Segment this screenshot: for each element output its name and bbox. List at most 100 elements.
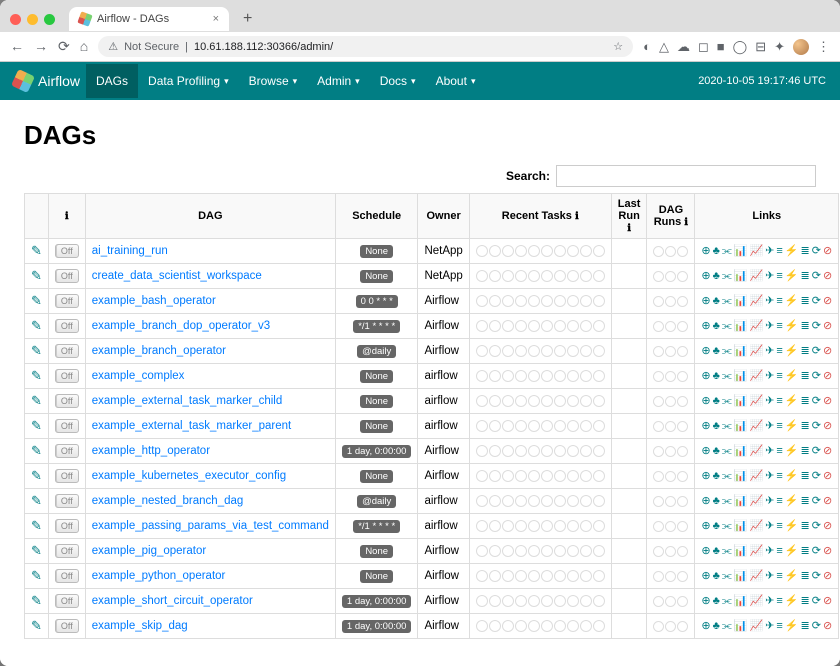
edit-dag-icon[interactable]: ✎ <box>31 468 42 483</box>
refresh-icon[interactable]: ⟳ <box>812 621 821 632</box>
gantt-icon[interactable]: ≡ <box>776 471 782 482</box>
graph-icon[interactable]: ⫘ <box>722 446 732 457</box>
schedule-chip[interactable]: 0 0 * * * <box>356 295 398 308</box>
dag-pause-toggle[interactable]: Off <box>55 619 79 633</box>
tree-icon[interactable]: ♣ <box>713 546 720 557</box>
delete-icon[interactable]: ⊘ <box>823 296 832 307</box>
dag-name-link[interactable]: example_kubernetes_executor_config <box>92 470 286 482</box>
refresh-icon[interactable]: ⟳ <box>812 396 821 407</box>
edit-dag-icon[interactable]: ✎ <box>31 618 42 633</box>
bookmark-star-icon[interactable]: ☆ <box>613 40 623 53</box>
refresh-icon[interactable]: ⟳ <box>812 571 821 582</box>
extension-icon[interactable]: ◯ <box>733 39 748 55</box>
dag-name-link[interactable]: example_bash_operator <box>92 295 216 307</box>
extension-icon[interactable]: ✦ <box>774 39 785 55</box>
trigger-icon[interactable]: ⊕ <box>701 596 710 607</box>
refresh-icon[interactable]: ⟳ <box>812 271 821 282</box>
logs-icon[interactable]: ≣ <box>801 571 810 582</box>
dag-pause-toggle[interactable]: Off <box>55 544 79 558</box>
tries-icon[interactable]: 📈 <box>749 296 763 307</box>
tries-icon[interactable]: 📈 <box>749 496 763 507</box>
tries-icon[interactable]: 📈 <box>749 571 763 582</box>
edit-dag-icon[interactable]: ✎ <box>31 593 42 608</box>
refresh-icon[interactable]: ⟳ <box>812 446 821 457</box>
landing-icon[interactable]: ✈ <box>765 596 774 607</box>
tries-icon[interactable]: 📈 <box>749 271 763 282</box>
graph-icon[interactable]: ⫘ <box>722 321 732 332</box>
logs-icon[interactable]: ≣ <box>801 496 810 507</box>
logs-icon[interactable]: ≣ <box>801 296 810 307</box>
tries-icon[interactable]: 📈 <box>749 471 763 482</box>
landing-icon[interactable]: ✈ <box>765 496 774 507</box>
dag-name-link[interactable]: example_http_operator <box>92 445 210 457</box>
landing-icon[interactable]: ✈ <box>765 571 774 582</box>
trigger-icon[interactable]: ⊕ <box>701 521 710 532</box>
tree-icon[interactable]: ♣ <box>713 471 720 482</box>
delete-icon[interactable]: ⊘ <box>823 496 832 507</box>
dag-name-link[interactable]: example_pig_operator <box>92 545 206 557</box>
logs-icon[interactable]: ≣ <box>801 546 810 557</box>
code-icon[interactable]: ⚡ <box>785 471 799 482</box>
extension-icon[interactable]: ☁ <box>677 39 690 55</box>
dag-name-link[interactable]: example_passing_params_via_test_command <box>92 520 329 532</box>
tree-icon[interactable]: ♣ <box>713 596 720 607</box>
duration-icon[interactable]: 📊 <box>734 521 748 532</box>
tries-icon[interactable]: 📈 <box>749 621 763 632</box>
nav-item-data-profiling[interactable]: Data Profiling▾ <box>138 64 239 98</box>
refresh-icon[interactable]: ⟳ <box>812 421 821 432</box>
tries-icon[interactable]: 📈 <box>749 421 763 432</box>
logs-icon[interactable]: ≣ <box>801 421 810 432</box>
dag-name-link[interactable]: example_external_task_marker_parent <box>92 420 291 432</box>
trigger-icon[interactable]: ⊕ <box>701 296 710 307</box>
landing-icon[interactable]: ✈ <box>765 521 774 532</box>
code-icon[interactable]: ⚡ <box>785 446 799 457</box>
chrome-menu-icon[interactable]: ⋮ <box>817 39 830 55</box>
delete-icon[interactable]: ⊘ <box>823 546 832 557</box>
dag-name-link[interactable]: example_complex <box>92 370 185 382</box>
refresh-icon[interactable]: ⟳ <box>812 246 821 257</box>
duration-icon[interactable]: 📊 <box>734 346 748 357</box>
trigger-icon[interactable]: ⊕ <box>701 371 710 382</box>
dag-pause-toggle[interactable]: Off <box>55 469 79 483</box>
schedule-chip[interactable]: 1 day, 0:00:00 <box>342 445 412 458</box>
edit-dag-icon[interactable]: ✎ <box>31 318 42 333</box>
graph-icon[interactable]: ⫘ <box>722 421 732 432</box>
edit-dag-icon[interactable]: ✎ <box>31 243 42 258</box>
tree-icon[interactable]: ♣ <box>713 396 720 407</box>
trigger-icon[interactable]: ⊕ <box>701 471 710 482</box>
code-icon[interactable]: ⚡ <box>785 521 799 532</box>
code-icon[interactable]: ⚡ <box>785 296 799 307</box>
edit-dag-icon[interactable]: ✎ <box>31 443 42 458</box>
gantt-icon[interactable]: ≡ <box>776 246 782 257</box>
gantt-icon[interactable]: ≡ <box>776 321 782 332</box>
landing-icon[interactable]: ✈ <box>765 471 774 482</box>
landing-icon[interactable]: ✈ <box>765 446 774 457</box>
dag-pause-toggle[interactable]: Off <box>55 369 79 383</box>
minimize-window-button[interactable] <box>27 14 38 25</box>
trigger-icon[interactable]: ⊕ <box>701 546 710 557</box>
landing-icon[interactable]: ✈ <box>765 546 774 557</box>
dag-name-link[interactable]: create_data_scientist_workspace <box>92 270 262 282</box>
gantt-icon[interactable]: ≡ <box>776 621 782 632</box>
gantt-icon[interactable]: ≡ <box>776 271 782 282</box>
close-window-button[interactable] <box>10 14 21 25</box>
profile-avatar[interactable] <box>793 39 809 55</box>
dag-name-link[interactable]: example_branch_dop_operator_v3 <box>92 320 270 332</box>
code-icon[interactable]: ⚡ <box>785 621 799 632</box>
dag-pause-toggle[interactable]: Off <box>55 494 79 508</box>
logs-icon[interactable]: ≣ <box>801 446 810 457</box>
delete-icon[interactable]: ⊘ <box>823 321 832 332</box>
refresh-icon[interactable]: ⟳ <box>812 321 821 332</box>
maximize-window-button[interactable] <box>44 14 55 25</box>
trigger-icon[interactable]: ⊕ <box>701 446 710 457</box>
tries-icon[interactable]: 📈 <box>749 596 763 607</box>
delete-icon[interactable]: ⊘ <box>823 421 832 432</box>
close-tab-icon[interactable]: × <box>213 13 219 25</box>
dag-pause-toggle[interactable]: Off <box>55 594 79 608</box>
extension-icon[interactable]: △ <box>659 39 669 55</box>
graph-icon[interactable]: ⫘ <box>722 271 732 282</box>
landing-icon[interactable]: ✈ <box>765 246 774 257</box>
tries-icon[interactable]: 📈 <box>749 396 763 407</box>
trigger-icon[interactable]: ⊕ <box>701 246 710 257</box>
dag-name-link[interactable]: example_nested_branch_dag <box>92 495 244 507</box>
